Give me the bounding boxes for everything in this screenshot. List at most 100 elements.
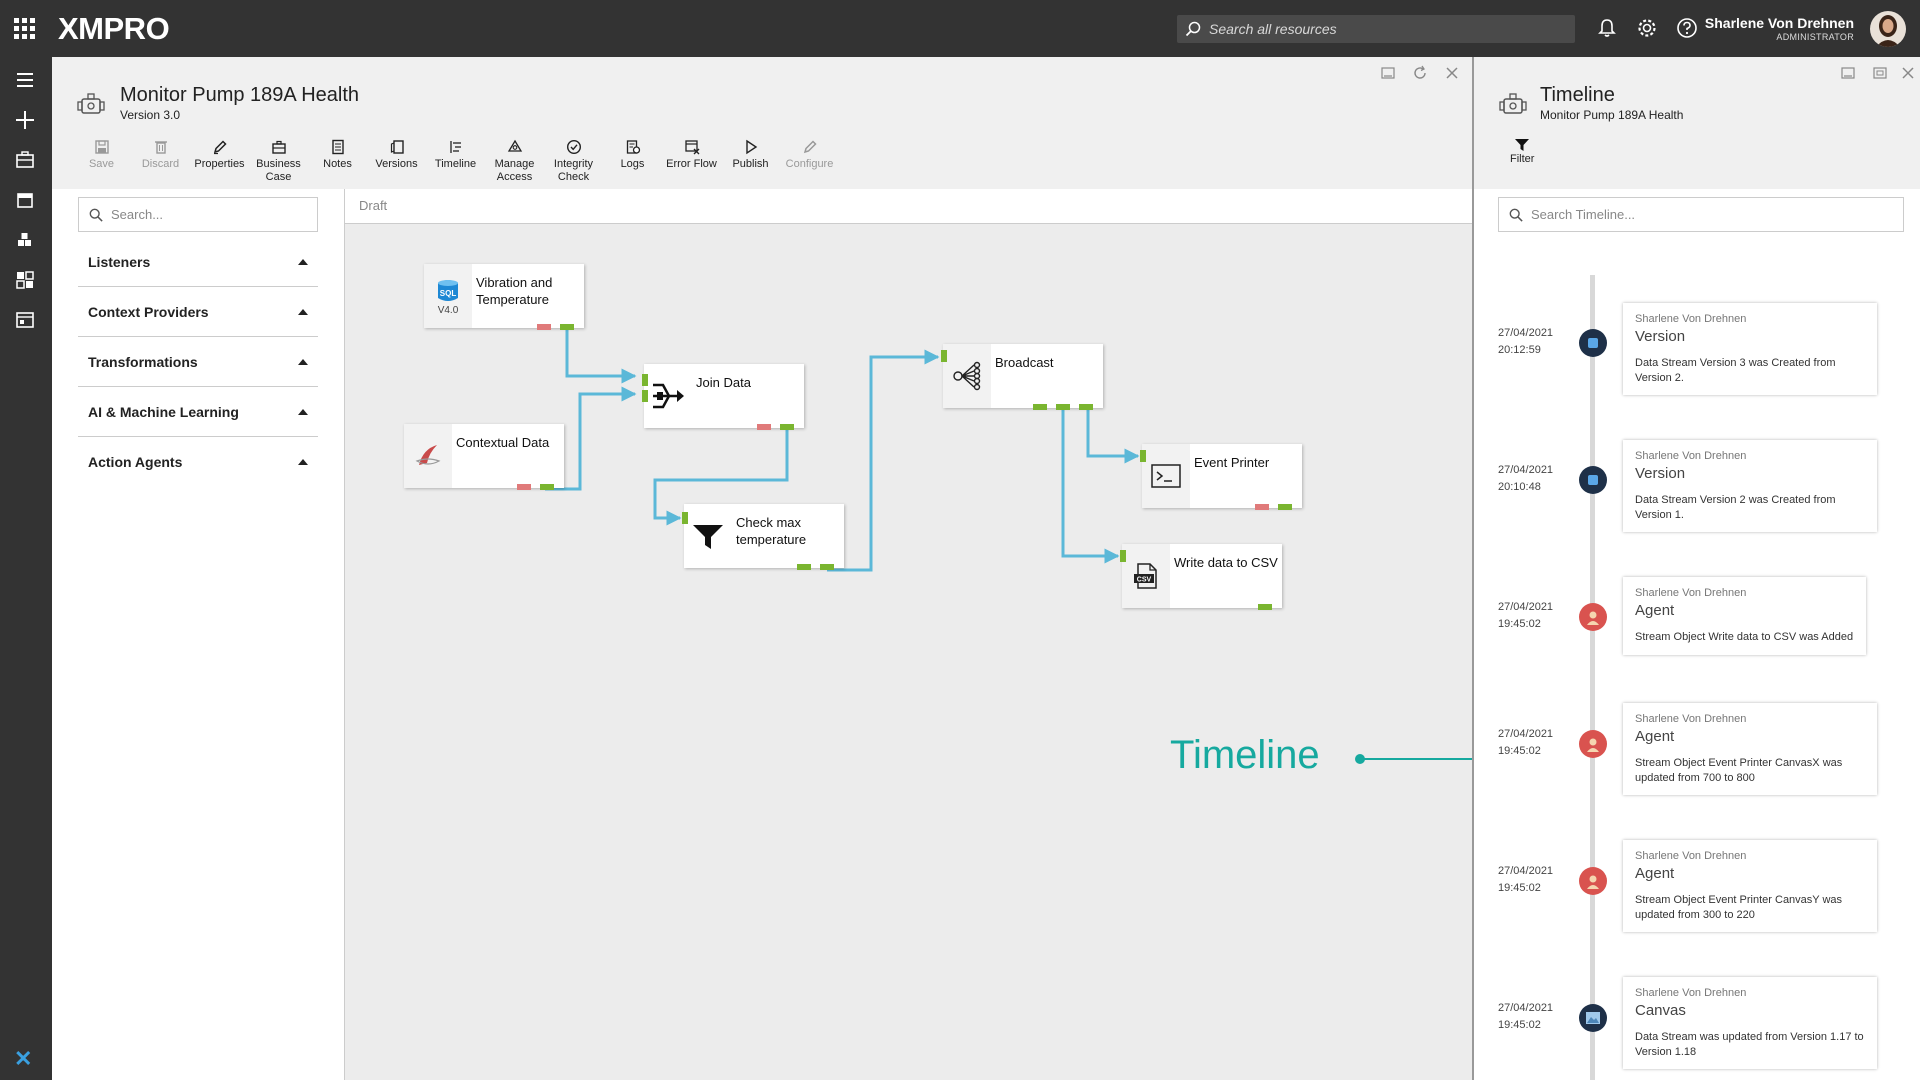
refresh-icon[interactable] <box>1412 65 1428 81</box>
node-broadcast[interactable]: Broadcast <box>941 344 1103 410</box>
output-port[interactable] <box>1278 504 1292 510</box>
global-search-input[interactable] <box>1209 21 1549 37</box>
save-button[interactable]: Save <box>72 139 131 184</box>
error-port[interactable] <box>517 484 531 490</box>
apps-grid-icon[interactable] <box>12 16 36 40</box>
error-flow-button[interactable]: Error Flow <box>662 139 721 184</box>
global-search[interactable] <box>1177 15 1575 43</box>
notes-button[interactable]: Notes <box>308 139 367 184</box>
entry-user: Sharlene Von Drehnen <box>1635 587 1747 599</box>
node-version: V4.0 <box>437 304 459 316</box>
output-port[interactable] <box>1258 604 1272 610</box>
output-port[interactable] <box>540 484 554 490</box>
timeline-header: Timeline Monitor Pump 189A Health Filter <box>1474 57 1920 189</box>
filter-icon <box>1515 139 1530 151</box>
error-port[interactable] <box>1255 504 1269 510</box>
close-icon[interactable] <box>1900 65 1916 81</box>
gear-icon[interactable] <box>1636 17 1658 39</box>
calendar-icon[interactable] <box>14 189 36 211</box>
filter-button[interactable]: Filter <box>1510 137 1534 165</box>
avatar[interactable] <box>1870 11 1906 47</box>
cubes-icon[interactable] <box>14 229 36 251</box>
entry-timestamp: 27/04/2021 19:45:02 <box>1498 599 1553 633</box>
callout-dot <box>1355 754 1365 764</box>
input-port[interactable] <box>642 374 648 386</box>
node-label: Join Data <box>696 375 751 390</box>
node-icon-box: SQL V4.0 <box>424 264 472 328</box>
timeline-search[interactable] <box>1498 197 1904 232</box>
app-window-icon[interactable] <box>14 309 36 331</box>
timeline-entry[interactable]: Sharlene Von Drehnen Version Data Stream… <box>1623 303 1877 395</box>
maximize-icon[interactable] <box>1872 65 1888 81</box>
output-port[interactable] <box>1056 404 1070 410</box>
integrity-check-button[interactable]: Integrity Check <box>544 139 603 184</box>
flow-canvas[interactable]: SQL V4.0 Vibration and Temperature Conte… <box>344 224 1472 1080</box>
node-join-data[interactable]: Join Data <box>642 364 804 430</box>
timeline-button[interactable]: Timeline <box>426 139 485 184</box>
timeline-search-input[interactable] <box>1531 207 1871 222</box>
output-port[interactable] <box>1033 404 1047 410</box>
input-port[interactable] <box>941 350 947 362</box>
minimize-icon[interactable] <box>1840 65 1856 81</box>
palette-search[interactable] <box>78 197 318 232</box>
input-port[interactable] <box>1140 450 1146 462</box>
user-role: ADMINISTRATOR <box>1776 32 1854 42</box>
node-label: Contextual Data <box>456 435 550 450</box>
node-event-printer[interactable]: Event Printer <box>1140 444 1302 510</box>
output-port[interactable] <box>560 324 574 330</box>
briefcase-icon[interactable] <box>14 149 36 171</box>
category-listeners[interactable]: Listeners <box>78 237 318 287</box>
palette-search-input[interactable] <box>111 207 301 222</box>
caret-up-icon <box>298 408 308 415</box>
category-action-agents[interactable]: Action Agents <box>78 437 318 487</box>
entry-date: 27/04/2021 <box>1498 728 1554 740</box>
xmpro-logo[interactable]: XMPRO <box>58 11 170 47</box>
configure-button[interactable]: Configure <box>780 139 839 184</box>
plus-icon[interactable] <box>14 109 36 131</box>
output-port[interactable] <box>1079 404 1093 410</box>
properties-button[interactable]: Properties <box>190 139 249 184</box>
output-port[interactable] <box>797 564 811 570</box>
input-port[interactable] <box>682 512 688 524</box>
timeline-entry[interactable]: Sharlene Von Drehnen Canvas Data Stream … <box>1623 977 1877 1069</box>
error-port[interactable] <box>537 324 551 330</box>
timeline-entry[interactable]: Sharlene Von Drehnen Agent Stream Object… <box>1623 703 1877 795</box>
version-icon <box>1579 466 1607 494</box>
timeline-title: Timeline <box>1540 84 1615 106</box>
terminal-icon <box>1151 464 1181 488</box>
error-port[interactable] <box>757 424 771 430</box>
node-vibration-temperature[interactable]: SQL V4.0 Vibration and Temperature <box>424 264 584 330</box>
publish-button[interactable]: Publish <box>721 139 780 184</box>
close-icon[interactable] <box>1444 65 1460 81</box>
category-context-providers[interactable]: Context Providers <box>78 287 318 337</box>
dashboard-icon[interactable] <box>14 269 36 291</box>
category-transformations[interactable]: Transformations <box>78 337 318 387</box>
node-write-csv[interactable]: CSV Write data to CSV <box>1120 544 1282 610</box>
help-icon[interactable] <box>1676 17 1698 39</box>
user-name[interactable]: Sharlene Von Drehnen <box>1705 15 1854 31</box>
versions-button[interactable]: Versions <box>367 139 426 184</box>
node-contextual-data[interactable]: Contextual Data <box>404 424 564 490</box>
discard-button[interactable]: Discard <box>131 139 190 184</box>
entry-type: Agent <box>1635 865 1675 882</box>
filter-label: Filter <box>1510 153 1535 165</box>
category-ai-ml[interactable]: AI & Machine Learning <box>78 387 318 437</box>
minimize-icon[interactable] <box>1380 65 1396 81</box>
input-port[interactable] <box>642 390 648 402</box>
timeline-entry[interactable]: Sharlene Von Drehnen Agent Stream Object… <box>1623 577 1866 655</box>
output-port[interactable] <box>780 424 794 430</box>
business-case-button[interactable]: Business Case <box>249 139 308 184</box>
timeline-entry[interactable]: Sharlene Von Drehnen Agent Stream Object… <box>1623 840 1877 932</box>
logs-button[interactable]: Logs <box>603 139 662 184</box>
xmpro-x-icon[interactable]: ✕ <box>14 1046 32 1072</box>
menu-icon[interactable] <box>14 69 36 91</box>
input-port[interactable] <box>1120 550 1126 562</box>
timeline-entry[interactable]: Sharlene Von Drehnen Version Data Stream… <box>1623 440 1877 532</box>
manage-access-button[interactable]: Manage Access <box>485 139 544 184</box>
broadcast-icon <box>953 361 981 391</box>
node-label: Check max temperature <box>736 515 807 547</box>
output-port[interactable] <box>820 564 834 570</box>
bell-icon[interactable] <box>1596 17 1618 39</box>
node-check-max-temperature[interactable]: Check max temperature <box>682 504 844 570</box>
caret-up-icon <box>298 258 308 265</box>
